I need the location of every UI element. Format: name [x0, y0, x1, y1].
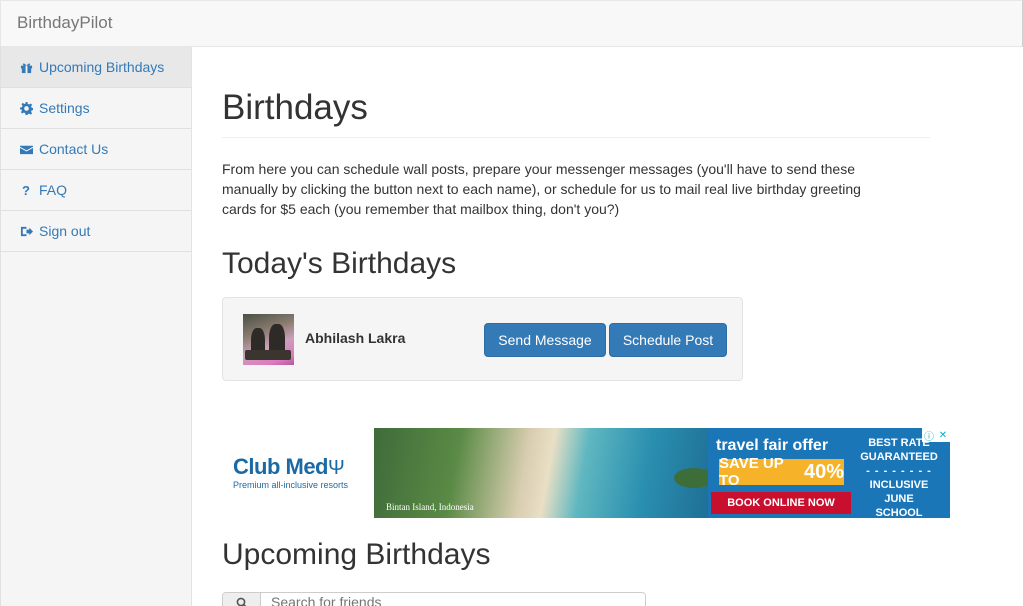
ad-headline: travel fair offer	[716, 437, 829, 454]
sidebar-item-sign-out[interactable]: Sign out	[1, 211, 191, 252]
ad-save-badge: SAVE UP TO 40%	[719, 455, 844, 489]
sidebar-item-label: Contact Us	[39, 141, 109, 157]
sidebar-item-label: Upcoming Birthdays	[39, 59, 165, 75]
ad-photo: Bintan Island, Indonesia	[374, 428, 714, 518]
top-navbar: BirthdayPilot	[0, 0, 1023, 47]
search-group	[222, 592, 646, 606]
search-icon	[223, 593, 261, 606]
upcoming-birthdays-heading: Upcoming Birthdays	[222, 538, 491, 571]
trident-icon: Ψ	[328, 457, 345, 479]
info-icon[interactable]: ⓘ	[922, 428, 936, 443]
gift-icon	[19, 60, 33, 74]
intro-text: From here you can schedule wall posts, p…	[222, 161, 861, 217]
schedule-post-button[interactable]: Schedule Post	[609, 323, 727, 357]
sign-out-icon	[19, 224, 33, 238]
question-icon: ?	[22, 182, 30, 198]
close-icon[interactable]: ✕	[936, 428, 950, 442]
ad-offer-panel: travel fair offer SAVE UP TO 40% BOOK ONL…	[708, 428, 950, 518]
page-title: Birthdays	[222, 87, 930, 138]
logo-text: Club Med	[233, 454, 329, 479]
sidebar-item-settings[interactable]: Settings	[1, 88, 191, 129]
logo-tagline: Premium all-inclusive resorts	[233, 480, 349, 490]
birthday-card: Abhilash Lakra Send Message Schedule Pos…	[222, 297, 743, 381]
sidebar-item-label: Sign out	[39, 223, 91, 239]
avatar	[243, 314, 294, 365]
gear-icon	[19, 101, 33, 115]
ad-choices[interactable]: ⓘ ✕	[922, 428, 950, 443]
sidebar-item-label: FAQ	[39, 182, 68, 198]
sidebar-item-faq[interactable]: ? FAQ	[1, 170, 191, 211]
send-message-button[interactable]: Send Message	[484, 323, 606, 357]
photo-caption: Bintan Island, Indonesia	[386, 502, 474, 512]
sidebar-item-contact-us[interactable]: Contact Us	[1, 129, 191, 170]
sidebar-item-upcoming-birthdays[interactable]: Upcoming Birthdays	[1, 47, 191, 88]
search-input[interactable]	[261, 593, 645, 606]
person-name[interactable]: Abhilash Lakra	[305, 330, 405, 346]
ad-best-rate: BEST RATE GUARANTEED - - - - - - - - INC…	[860, 437, 938, 518]
sidebar-item-label: Settings	[39, 100, 90, 116]
book-online-button[interactable]: BOOK ONLINE NOW	[711, 492, 851, 514]
ad-banner[interactable]: Bintan Island, Indonesia travel fair off…	[374, 428, 950, 518]
club-med-logo[interactable]: Club MedΨ Premium all-inclusive resorts	[233, 454, 348, 490]
main-content: Birthdays From here you can schedule wal…	[222, 47, 930, 281]
brand-link[interactable]: BirthdayPilot	[17, 13, 112, 33]
todays-birthdays-heading: Today's Birthdays	[222, 247, 457, 280]
envelope-icon	[19, 142, 33, 156]
sidebar: Upcoming Birthdays Settings Contact Us ?…	[0, 47, 192, 606]
